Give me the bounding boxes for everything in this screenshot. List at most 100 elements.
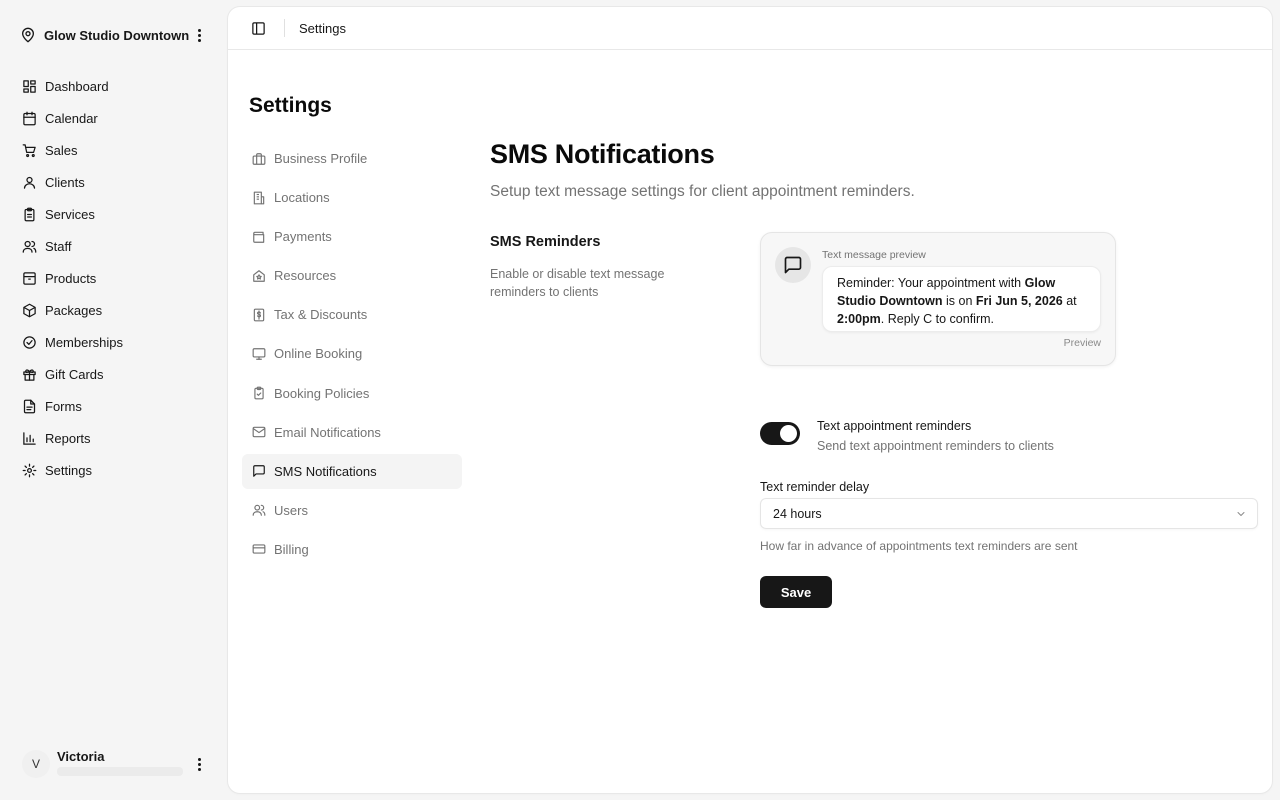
- message-date: Fri Jun 5, 2026: [975, 294, 1063, 308]
- settings-item-locations[interactable]: Locations: [242, 180, 462, 215]
- users-icon: [22, 240, 37, 253]
- message-text: Reminder: Your appointment with: [837, 276, 1025, 290]
- settings-item-sms-notifications[interactable]: SMS Notifications: [242, 453, 462, 489]
- nav-label: Services: [45, 206, 95, 222]
- nav-item-sales[interactable]: Sales: [14, 134, 214, 166]
- bar-chart-icon: [23, 431, 36, 445]
- delay-hint: How far in advance of appointments text …: [760, 539, 1078, 553]
- text-reminders-toggle[interactable]: [760, 422, 800, 445]
- settings-item-label: Email Notifications: [274, 424, 381, 440]
- nav-item-memberships[interactable]: Memberships: [14, 326, 214, 358]
- location-switcher[interactable]: Glow Studio Downtown: [14, 20, 214, 50]
- settings-item-label: Resources: [274, 268, 337, 284]
- breadcrumb: Settings: [299, 21, 346, 36]
- nav-label: Calendar: [45, 110, 98, 126]
- monitor-icon: [252, 348, 266, 360]
- settings-item-payments[interactable]: Payments: [242, 219, 462, 254]
- cart-icon: [22, 143, 36, 157]
- gear-icon: [22, 463, 37, 477]
- nav-item-calendar[interactable]: Calendar: [14, 102, 214, 134]
- nav-item-clients[interactable]: Clients: [14, 166, 214, 198]
- message-bubble: Reminder: Your appointment with Glow Stu…: [822, 266, 1101, 332]
- file-text-icon: [23, 399, 36, 413]
- settings-item-label: Payments: [274, 229, 332, 245]
- package-icon: [23, 303, 36, 317]
- user-more-icon[interactable]: [190, 754, 208, 774]
- nav-label: Clients: [45, 174, 85, 190]
- nav-label: Settings: [45, 462, 92, 478]
- briefcase-icon: [252, 152, 266, 165]
- nav-label: Sales: [45, 142, 78, 158]
- badge-check-icon: [23, 335, 36, 349]
- nav-item-dashboard[interactable]: Dashboard: [14, 70, 214, 102]
- nav-item-settings[interactable]: Settings: [14, 454, 214, 486]
- map-pin-icon: [22, 27, 34, 43]
- nav-item-packages[interactable]: Packages: [14, 294, 214, 326]
- app-sidebar: Glow Studio Downtown Dashboard Calendar …: [0, 0, 228, 800]
- box-icon: [23, 271, 36, 285]
- nav-item-products[interactable]: Products: [14, 262, 214, 294]
- toggle-description: Send text appointment reminders to clien…: [817, 439, 1054, 453]
- nav-item-staff[interactable]: Staff: [14, 230, 214, 262]
- avatar: V: [22, 750, 50, 778]
- page-description: Setup text message settings for client a…: [490, 183, 915, 200]
- settings-item-label: Online Booking: [274, 346, 363, 362]
- chat-avatar: [775, 247, 811, 283]
- toggle-knob: [780, 425, 797, 442]
- message-text: is on: [942, 294, 976, 308]
- settings-item-label: Locations: [274, 190, 330, 206]
- location-name: Glow Studio Downtown: [44, 27, 190, 43]
- user-email-placeholder: [57, 767, 183, 776]
- main-panel: Settings Settings Business Profile Locat…: [228, 7, 1272, 793]
- settings-item-business-profile[interactable]: Business Profile: [242, 141, 462, 176]
- user-name: Victoria: [57, 749, 105, 764]
- nav-label: Reports: [45, 430, 91, 446]
- settings-nav: Business Profile Locations Payments Reso…: [242, 141, 462, 571]
- preview-tag: Preview: [1063, 337, 1101, 349]
- sidebar-toggle-button[interactable]: [248, 18, 268, 38]
- chevron-down-icon: [1237, 512, 1245, 516]
- settings-item-booking-policies[interactable]: Booking Policies: [242, 376, 462, 411]
- house-star-icon: [253, 269, 265, 282]
- nav-label: Packages: [45, 302, 103, 318]
- settings-item-resources[interactable]: Resources: [242, 258, 462, 293]
- nav-label: Forms: [45, 398, 82, 414]
- wallet-icon: [253, 231, 265, 243]
- message-time: 2:00pm: [837, 312, 881, 326]
- settings-item-email-notifications[interactable]: Email Notifications: [242, 415, 462, 450]
- reminder-delay-select[interactable]: 24 hours: [760, 498, 1258, 529]
- settings-item-label: Users: [274, 502, 308, 518]
- top-bar: Settings: [228, 7, 1272, 50]
- section-title: SMS Reminders: [490, 234, 601, 250]
- main-nav: Dashboard Calendar Sales Clients Service…: [14, 70, 214, 486]
- settings-item-label: Billing: [274, 541, 309, 557]
- toggle-title: Text appointment reminders: [817, 419, 972, 433]
- divider: [284, 19, 285, 37]
- select-value: 24 hours: [773, 507, 822, 521]
- receipt-icon: [253, 308, 265, 322]
- nav-item-reports[interactable]: Reports: [14, 422, 214, 454]
- panel-left-icon: [251, 21, 265, 35]
- save-button[interactable]: Save: [760, 576, 832, 608]
- user-menu[interactable]: V Victoria: [14, 742, 214, 786]
- settings-item-online-booking[interactable]: Online Booking: [242, 336, 462, 371]
- settings-item-label: SMS Notifications: [274, 463, 377, 479]
- nav-item-forms[interactable]: Forms: [14, 390, 214, 422]
- user-icon: [23, 176, 36, 189]
- settings-item-label: Business Profile: [274, 151, 368, 166]
- nav-label: Gift Cards: [45, 366, 104, 382]
- settings-item-tax-discounts[interactable]: Tax & Discounts: [242, 297, 462, 332]
- message-square-icon: [253, 465, 265, 478]
- nav-item-gift-cards[interactable]: Gift Cards: [14, 358, 214, 390]
- mail-icon: [252, 426, 266, 438]
- nav-label: Dashboard: [45, 78, 109, 94]
- delay-label: Text reminder delay: [760, 480, 870, 494]
- nav-label: Staff: [45, 238, 72, 254]
- message-text: . Reply C to confirm.: [880, 312, 995, 326]
- section-description: Enable or disable text message reminders…: [490, 267, 665, 299]
- clipboard-check-icon: [254, 386, 264, 400]
- settings-item-users[interactable]: Users: [242, 493, 462, 528]
- location-more-icon[interactable]: [190, 25, 208, 45]
- nav-item-services[interactable]: Services: [14, 198, 214, 230]
- settings-item-billing[interactable]: Billing: [242, 532, 462, 567]
